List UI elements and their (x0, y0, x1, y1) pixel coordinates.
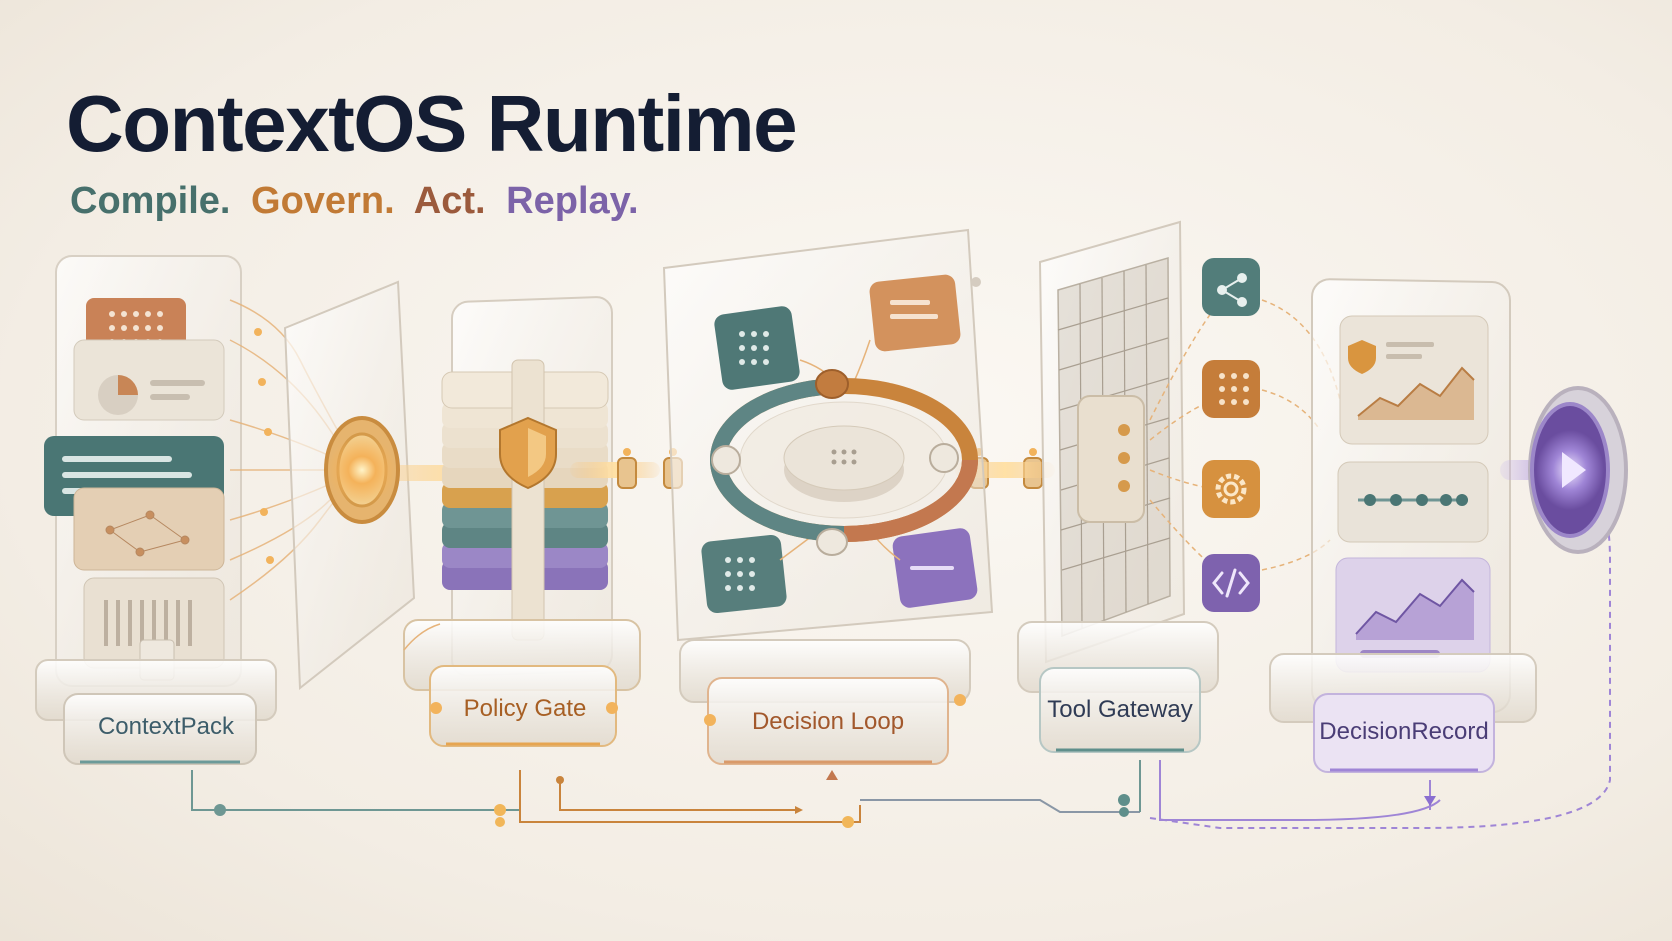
policy-gate-panel (403, 296, 641, 747)
stage-label-policy-gate: Policy Gate (463, 695, 587, 722)
tool-gateway-panel (1017, 220, 1219, 753)
grid-icon (1202, 360, 1260, 418)
record-card-1 (1339, 315, 1489, 445)
code-icon (1202, 554, 1260, 612)
contextpack-panel (35, 255, 277, 765)
record-card-2 (1337, 461, 1489, 543)
stage-label-tool-gateway: Tool Gateway (1047, 696, 1193, 723)
gateway-router (1077, 395, 1145, 523)
stage-label-decision-loop: Decision Loop (751, 708, 905, 735)
stage-label-decision-record: DecisionRecord (1319, 718, 1489, 745)
runtime-diagram (35, 220, 1628, 829)
stage-label-contextpack: ContextPack (97, 713, 235, 740)
decision-loop-panel (662, 228, 994, 765)
gear-icon (1202, 460, 1260, 518)
share-icon (1202, 258, 1260, 316)
feed-nodes (254, 328, 274, 564)
replay-disc (1500, 386, 1628, 554)
decision-record-panel (1269, 278, 1537, 773)
